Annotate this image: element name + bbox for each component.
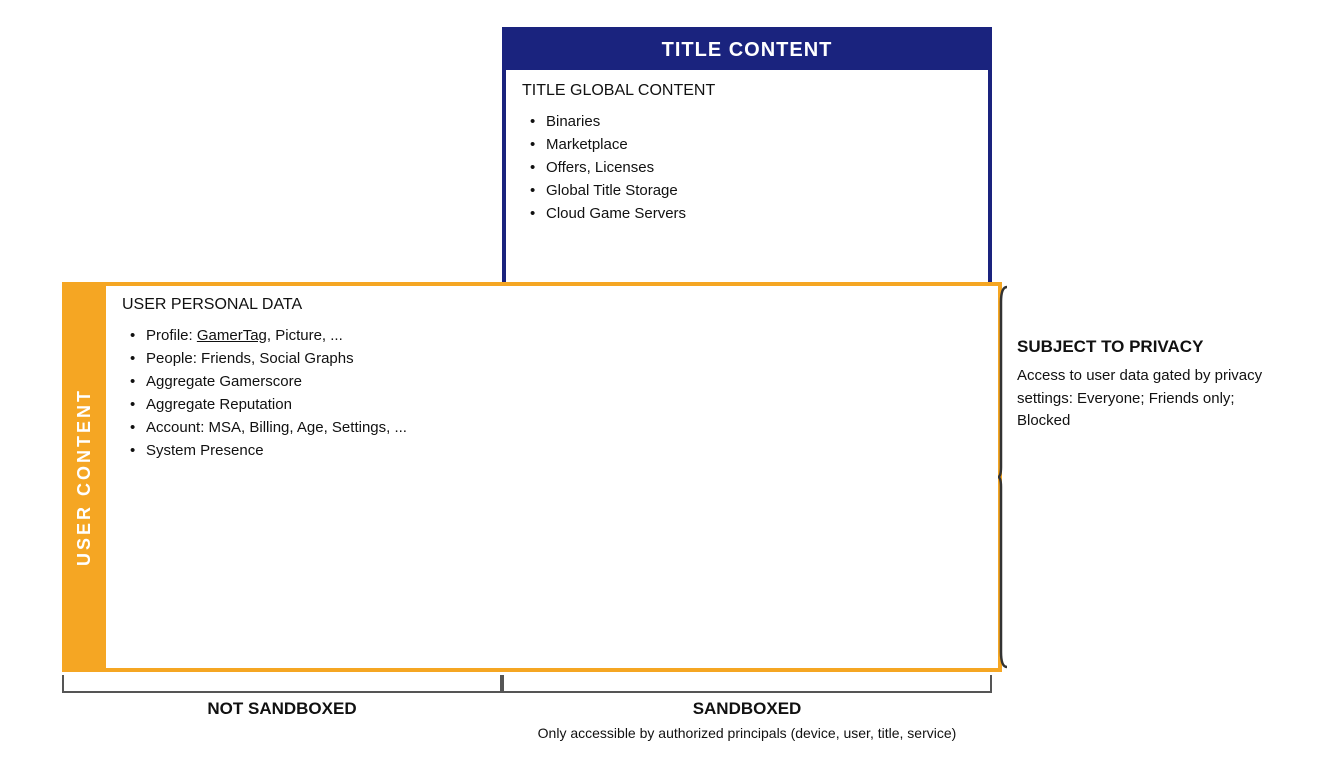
title-global-heading: TITLE GLOBAL CONTENT: [522, 82, 972, 100]
list-item: Marketplace: [526, 133, 972, 156]
list-item: System Presence: [126, 439, 486, 462]
list-item: Cloud Game Servers: [526, 202, 972, 225]
list-item: Aggregate Gamerscore: [126, 370, 486, 393]
list-item: Profile: GamerTag, Picture, ...: [126, 324, 486, 347]
not-sandboxed-area: NOT SANDBOXED: [62, 675, 502, 719]
list-item: Aggregate Reputation: [126, 393, 486, 416]
list-item: Offers, Licenses: [526, 156, 972, 179]
title-content-header: TITLE CONTENT: [506, 31, 988, 70]
sandboxed-bracket: [502, 675, 992, 693]
privacy-box: SUBJECT TO PRIVACY Access to user data g…: [1017, 337, 1287, 433]
privacy-text: Access to user data gated by privacy set…: [1017, 365, 1287, 433]
user-personal-list: Profile: GamerTag, Picture, ... People: …: [122, 324, 486, 462]
not-sandboxed-label: NOT SANDBOXED: [62, 699, 502, 719]
sandboxed-subtext: Only accessible by authorized principals…: [502, 723, 992, 744]
list-item: Global Title Storage: [526, 179, 972, 202]
list-item: People: Friends, Social Graphs: [126, 347, 486, 370]
list-item: Binaries: [526, 110, 972, 133]
privacy-title: SUBJECT TO PRIVACY: [1017, 337, 1287, 357]
list-item: Account: MSA, Billing, Age, Settings, ..…: [126, 416, 486, 439]
user-personal-heading: USER PERSONAL DATA: [122, 296, 486, 314]
sandboxed-area: SANDBOXED Only accessible by authorized …: [502, 675, 992, 744]
privacy-brace-svg: [996, 282, 1018, 672]
sandboxed-label: SANDBOXED: [502, 699, 992, 719]
user-content-label-bar: USER CONTENT: [62, 282, 106, 672]
user-content-label-text: USER CONTENT: [74, 388, 95, 566]
user-personal-section: USER PERSONAL DATA Profile: GamerTag, Pi…: [106, 282, 502, 672]
title-global-list: Binaries Marketplace Offers, Licenses Gl…: [522, 110, 972, 225]
gamertag-link: GamerTag: [197, 327, 267, 344]
not-sandboxed-bracket: [62, 675, 502, 693]
